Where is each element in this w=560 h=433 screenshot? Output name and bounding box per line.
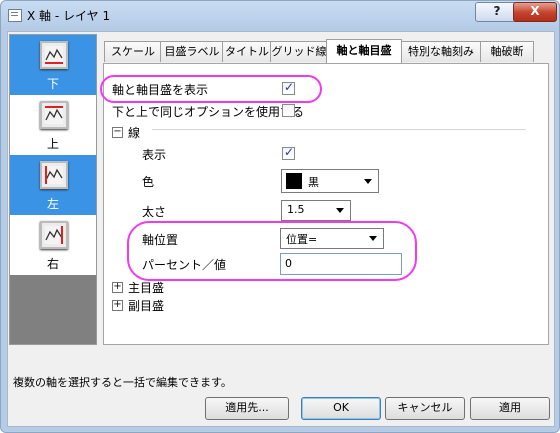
- tab-title[interactable]: タイトル: [222, 41, 272, 62]
- color-swatch: [286, 173, 302, 189]
- highlight-oval-show-axis: [100, 75, 322, 103]
- major-ticks-label: 主目盛: [128, 281, 165, 295]
- show-line-label: 表示: [142, 148, 167, 162]
- highlight-oval-axis-position: [127, 221, 417, 281]
- same-options-checkbox[interactable]: [282, 104, 295, 117]
- tab-axis-break[interactable]: 軸破断: [480, 41, 534, 62]
- color-label: 色: [142, 175, 155, 189]
- chevron-down-icon: [364, 179, 372, 184]
- axis-right-label: 右: [46, 257, 59, 271]
- window-title: X 軸 - レイヤ 1: [27, 9, 111, 23]
- line-section-collapse-icon[interactable]: −: [112, 127, 123, 138]
- apply-to-button[interactable]: 適用先...: [205, 397, 289, 420]
- minor-ticks-expand-icon[interactable]: +: [112, 300, 123, 311]
- tab-tick-labels[interactable]: 目盛ラベル: [160, 41, 224, 62]
- tab-grid-lines[interactable]: グリッド線: [270, 41, 328, 62]
- line-section-title: 線: [128, 126, 141, 140]
- same-options-label: 下と上で同じオプションを使用する: [112, 105, 305, 119]
- axis-button-top[interactable]: 上: [10, 95, 96, 155]
- minor-ticks-label: 副目盛: [128, 299, 165, 313]
- axis-left-label: 左: [46, 197, 59, 211]
- axis-right-icon: [40, 221, 68, 249]
- tab-special-ticks[interactable]: 特別な軸刻み: [400, 41, 482, 62]
- axis-top-icon: [40, 101, 68, 129]
- axis-selector-panel: 下 上 左 右: [9, 34, 97, 345]
- apply-button[interactable]: 適用: [470, 397, 550, 420]
- major-ticks-expand-icon[interactable]: +: [112, 282, 123, 293]
- axis-top-label: 上: [46, 137, 59, 151]
- cancel-button[interactable]: キャンセル: [385, 397, 465, 420]
- status-text: 複数の軸を選択すると一括で編集できます。: [13, 376, 232, 389]
- axis-bottom-icon: [40, 41, 68, 69]
- thickness-dropdown[interactable]: 1.5: [281, 200, 351, 221]
- window-app-icon: [8, 9, 22, 22]
- title-bar[interactable]: X 軸 - レイヤ 1 ? X: [1, 1, 559, 29]
- color-value: 黒: [308, 176, 319, 189]
- ok-button[interactable]: OK: [301, 397, 381, 420]
- axis-bottom-label: 下: [46, 77, 59, 91]
- axis-button-bottom[interactable]: 下: [10, 35, 96, 95]
- axis-button-left[interactable]: 左: [10, 155, 96, 215]
- show-line-checkbox[interactable]: ✓: [282, 145, 295, 160]
- thickness-label: 太さ: [142, 205, 167, 219]
- line-section-divider: [152, 129, 526, 130]
- color-dropdown[interactable]: 黒: [281, 169, 379, 193]
- thickness-value: 1.5: [287, 203, 305, 216]
- axis-left-icon: [40, 161, 68, 189]
- close-button[interactable]: X: [513, 2, 557, 22]
- tab-scale[interactable]: スケール: [104, 41, 162, 62]
- check-mark-icon: ✓: [284, 145, 295, 159]
- chevron-down-icon: [336, 208, 344, 213]
- axis-button-right[interactable]: 右: [10, 215, 96, 275]
- tab-axis-and-ticks[interactable]: 軸と軸目盛: [326, 39, 402, 63]
- dialog-window: X 軸 - レイヤ 1 ? X 下 上 左 右 スケール 目盛ラベル タイトル …: [0, 0, 560, 433]
